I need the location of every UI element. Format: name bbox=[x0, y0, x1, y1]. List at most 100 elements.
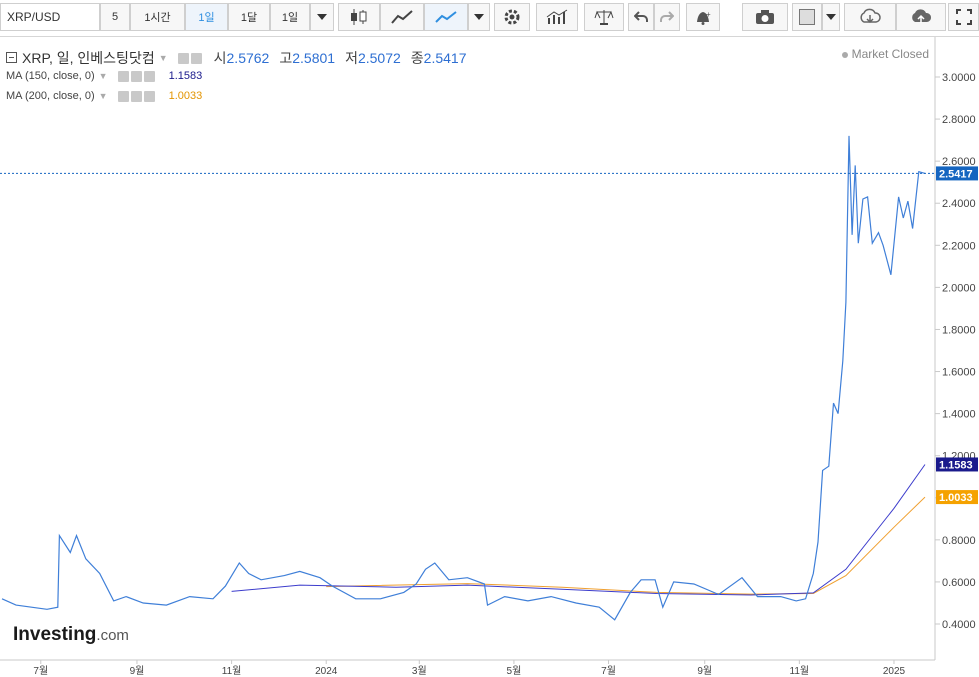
x-tick-label: 7월 bbox=[601, 665, 616, 677]
chevron-down-icon bbox=[317, 14, 327, 20]
close-value: 2.5417 bbox=[423, 50, 467, 66]
low-value: 2.5072 bbox=[357, 50, 401, 66]
instrument-title: XRP, 일, 인베스팅닷컴 bbox=[22, 50, 155, 66]
x-tick-label: 7월 bbox=[33, 665, 48, 677]
interval-1day-button[interactable]: 1일 bbox=[185, 3, 228, 31]
price-chart[interactable]: 0.40000.60000.80001.00001.20001.40001.60… bbox=[0, 37, 979, 677]
interval-5min-button[interactable]: 5 bbox=[100, 3, 130, 31]
chart-toolbar: XRP/USD 5 1시간 1일 1달 1일 + bbox=[0, 0, 979, 37]
y-tick-label: 0.6000 bbox=[942, 577, 976, 589]
x-tick-label: 2024 bbox=[315, 666, 338, 677]
gear-icon[interactable] bbox=[130, 90, 142, 102]
high-value: 2.5801 bbox=[292, 50, 336, 66]
status-dot-icon bbox=[841, 51, 848, 58]
interval-select[interactable]: 1일 bbox=[270, 3, 310, 31]
chevron-down-icon bbox=[474, 14, 484, 20]
bell-plus-icon: + bbox=[697, 10, 711, 25]
logo-suffix: .com bbox=[96, 627, 129, 644]
interval-1month-button[interactable]: 1달 bbox=[228, 3, 270, 31]
high-label: 고 bbox=[279, 50, 293, 66]
y-tick-label: 2.8000 bbox=[942, 114, 976, 126]
ma200-value: 1.0033 bbox=[168, 90, 203, 102]
ma150-value: 1.1583 bbox=[168, 70, 203, 82]
legend-menu-arrow-icon[interactable]: ▼ bbox=[159, 53, 168, 63]
load-chart-button[interactable] bbox=[844, 3, 896, 31]
y-tick-label: 2.4000 bbox=[942, 198, 976, 210]
y-tick-label: 0.4000 bbox=[942, 619, 976, 631]
candlestick-icon bbox=[351, 9, 367, 25]
symbol-input[interactable]: XRP/USD bbox=[0, 3, 100, 31]
cloud-upload-icon bbox=[912, 9, 932, 23]
eye-icon[interactable] bbox=[117, 70, 129, 82]
save-chart-button[interactable] bbox=[896, 3, 946, 31]
candlestick-chart-button[interactable] bbox=[338, 3, 380, 31]
series-layer bbox=[0, 135, 935, 621]
gear-icon[interactable] bbox=[190, 52, 202, 64]
color-dropdown-button[interactable] bbox=[822, 3, 840, 31]
interval-1hour-button[interactable]: 1시간 bbox=[130, 3, 185, 31]
chevron-down-icon bbox=[826, 14, 836, 20]
ma200-label: MA (200, close, 0) bbox=[6, 90, 95, 102]
x-axis-ticks: 7월 9월 11월 2024 3월 5월 7월 9월 11월 2025 bbox=[33, 660, 906, 677]
x-tick-label: 11월 bbox=[222, 665, 242, 677]
color-picker-button[interactable] bbox=[792, 3, 822, 31]
close-icon[interactable] bbox=[143, 90, 155, 102]
x-tick-label: 2025 bbox=[883, 666, 906, 677]
eye-icon[interactable] bbox=[117, 90, 129, 102]
market-status-text: Market Closed bbox=[851, 47, 929, 61]
svg-text:+: + bbox=[706, 10, 711, 19]
y-tick-label: 1.6000 bbox=[942, 367, 976, 379]
line-chart-button[interactable] bbox=[424, 3, 468, 31]
area-chart-icon bbox=[391, 10, 413, 24]
indicators-button[interactable] bbox=[536, 3, 578, 31]
line-chart-icon bbox=[435, 11, 457, 23]
y-tick-label: 2.0000 bbox=[942, 282, 976, 294]
close-icon[interactable] bbox=[143, 70, 155, 82]
color-swatch-icon bbox=[799, 9, 815, 25]
x-tick-label: 3월 bbox=[412, 665, 427, 677]
price-series-line bbox=[1, 135, 926, 621]
interval-dropdown-button[interactable] bbox=[310, 3, 334, 31]
redo-button[interactable] bbox=[654, 3, 680, 31]
collapse-legend-icon[interactable] bbox=[6, 52, 18, 64]
last-price-tag: 2.5417 bbox=[939, 168, 973, 180]
open-label: 시 bbox=[213, 50, 227, 66]
indicators-icon bbox=[546, 9, 568, 24]
legend-menu-arrow-icon[interactable]: ▼ bbox=[99, 91, 108, 101]
market-status: Market Closed bbox=[841, 47, 929, 61]
area-chart-button[interactable] bbox=[380, 3, 424, 31]
logo-name: Investing bbox=[13, 624, 97, 645]
ma200-series-line bbox=[326, 496, 926, 595]
compare-button[interactable] bbox=[584, 3, 624, 31]
main-legend: XRP, 일, 인베스팅닷컴 ▼ 시 2.5762 고 2.5801 저 2.5… bbox=[6, 48, 467, 68]
alert-button[interactable]: + bbox=[686, 3, 720, 31]
x-tick-label: 9월 bbox=[697, 665, 712, 677]
fullscreen-icon bbox=[955, 9, 972, 25]
y-tick-label: 3.0000 bbox=[942, 72, 976, 84]
fullscreen-button[interactable] bbox=[948, 3, 979, 31]
cloud-download-icon bbox=[860, 8, 881, 24]
y-tick-label: 1.8000 bbox=[942, 324, 976, 336]
chart-type-dropdown-button[interactable] bbox=[468, 3, 490, 31]
eye-icon[interactable] bbox=[177, 52, 189, 64]
open-value: 2.5762 bbox=[226, 50, 270, 66]
x-tick-label: 11월 bbox=[790, 665, 810, 677]
ma200-tag: 1.0033 bbox=[939, 492, 973, 504]
settings-button[interactable] bbox=[494, 3, 530, 31]
ma200-legend: MA (200, close, 0) ▼ 1.0033 bbox=[6, 90, 202, 102]
undo-button[interactable] bbox=[628, 3, 654, 31]
ma150-legend: MA (150, close, 0) ▼ 1.1583 bbox=[6, 70, 202, 82]
ma150-label: MA (150, close, 0) bbox=[6, 70, 95, 82]
gear-icon[interactable] bbox=[130, 70, 142, 82]
x-tick-label: 5월 bbox=[507, 665, 522, 677]
gear-icon bbox=[504, 9, 520, 25]
y-tick-label: 0.8000 bbox=[942, 535, 976, 547]
y-axis-ticks: 0.40000.60000.80001.00001.20001.40001.60… bbox=[935, 72, 976, 631]
scale-icon bbox=[594, 10, 614, 25]
y-tick-label: 2.2000 bbox=[942, 240, 976, 252]
redo-icon bbox=[660, 11, 674, 22]
screenshot-button[interactable] bbox=[742, 3, 788, 31]
ma150-series-line bbox=[231, 464, 926, 596]
ma150-tag: 1.1583 bbox=[939, 459, 973, 471]
legend-menu-arrow-icon[interactable]: ▼ bbox=[99, 71, 108, 81]
